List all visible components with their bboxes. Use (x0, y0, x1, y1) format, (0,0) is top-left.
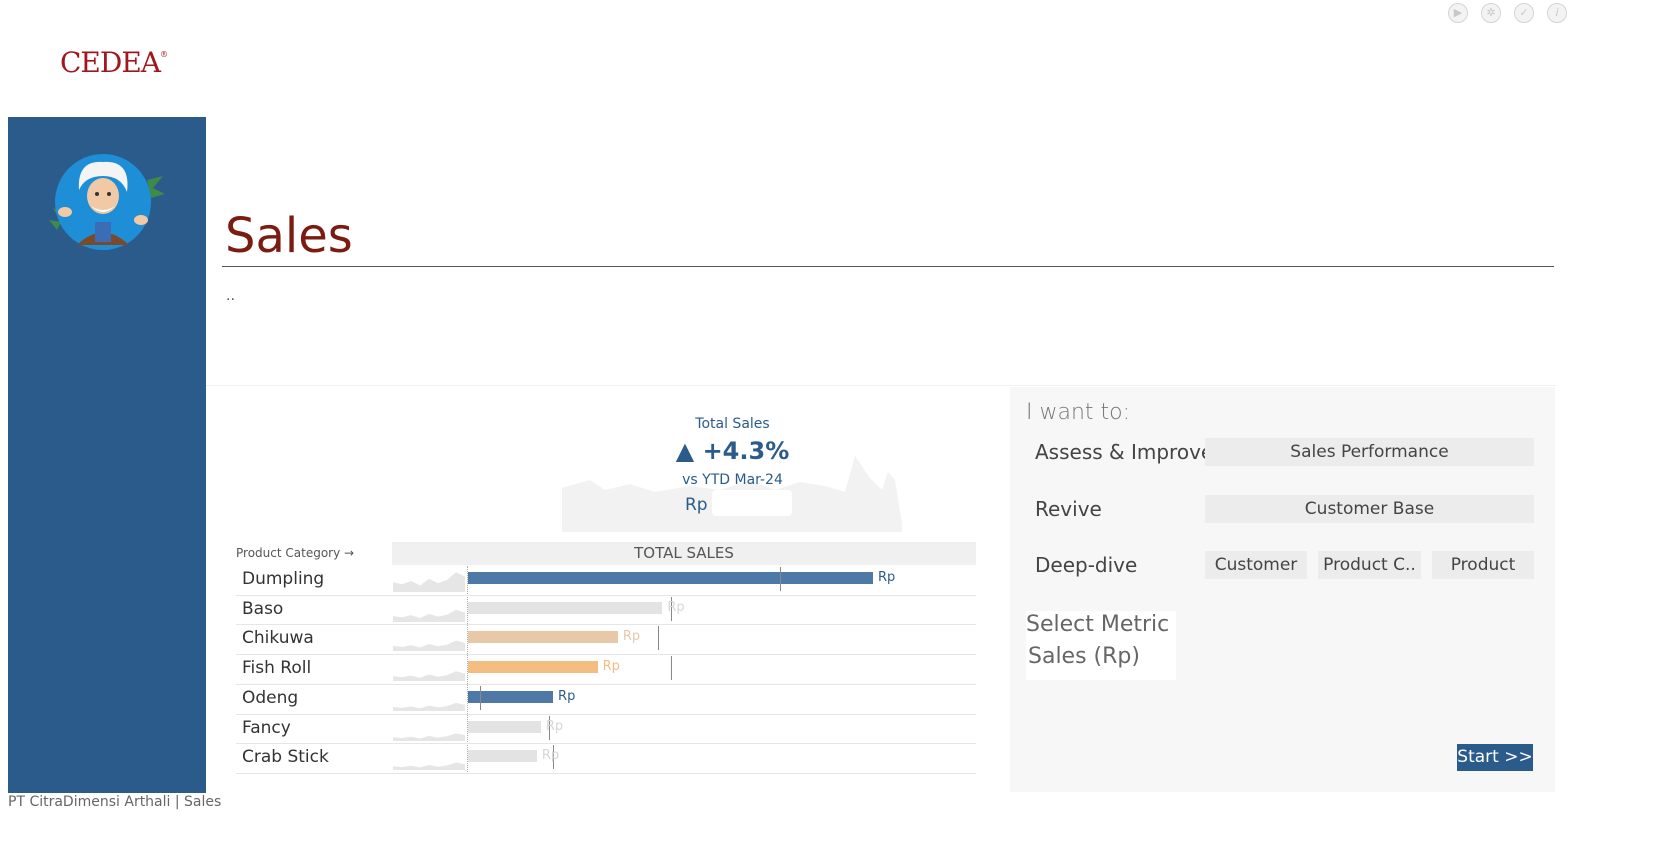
kpi-currency: Rp (685, 495, 708, 515)
row-divider (236, 654, 976, 656)
sales-bar[interactable] (468, 661, 598, 674)
category-sparkline (393, 702, 465, 711)
page-title: Sales (225, 208, 353, 264)
bar-value-label: Rp (622, 629, 641, 645)
mascot-avatar (49, 154, 165, 250)
settings-icon[interactable]: ✲ (1481, 3, 1501, 23)
panel-heading: I want to: (1026, 400, 1131, 425)
total-sales-header: TOTAL SALES (392, 542, 976, 565)
sales-bar[interactable] (468, 750, 537, 763)
action-label-deep-dive: Deep-dive (1035, 553, 1138, 577)
bar-value-label: Rp (602, 659, 620, 675)
row-divider (236, 624, 976, 626)
sales-bar[interactable] (468, 720, 541, 733)
category-label[interactable]: Fancy (242, 718, 291, 738)
action-label-revive: Revive (1035, 497, 1102, 521)
category-sparkline (393, 609, 465, 622)
sales-bar[interactable] (468, 572, 873, 584)
row-divider (236, 743, 976, 745)
bar-value-label: Rp (541, 748, 560, 764)
target-reference-line (779, 567, 781, 591)
bar-value-label: Rp (878, 570, 896, 585)
category-sparkline (393, 671, 465, 682)
start-button[interactable]: Start >> (1457, 744, 1533, 771)
category-label[interactable]: Crab Stick (242, 747, 329, 767)
customer-button[interactable]: Customer (1205, 551, 1307, 579)
footer-text: PT CitraDimensi Arthali | Sales (8, 794, 222, 810)
kpi-label: Total Sales (695, 416, 770, 432)
row-divider (236, 772, 976, 774)
section-divider (206, 385, 1556, 386)
category-label[interactable]: Baso (242, 599, 283, 619)
target-reference-line (658, 626, 660, 651)
category-sparkline (393, 732, 465, 741)
row-divider (236, 594, 976, 596)
category-label[interactable]: Dumpling (242, 569, 324, 589)
check-icon[interactable]: ✓ (1514, 3, 1534, 23)
info-icon[interactable]: i (1547, 3, 1567, 23)
play-icon[interactable]: ▶ (1448, 3, 1468, 23)
action-label-assess: Assess & Improve (1035, 440, 1214, 464)
category-sparkline (393, 640, 465, 652)
bar-value-label: Rp (545, 718, 564, 734)
sales-bar[interactable] (468, 601, 663, 614)
metric-title: Select Metric (1026, 612, 1170, 637)
brand-logo: CEDEA® (60, 46, 168, 79)
sales-performance-button[interactable]: Sales Performance (1205, 438, 1534, 466)
category-label[interactable]: Odeng (242, 688, 298, 708)
category-column-header[interactable]: Product Category → (236, 546, 354, 560)
kpi-value-mask (712, 490, 792, 516)
row-divider (236, 683, 976, 685)
category-label[interactable]: Chikuwa (242, 628, 314, 648)
logo-trademark: ® (159, 50, 168, 59)
metric-value[interactable]: Sales (Rp) (1028, 644, 1140, 669)
kpi-change: ▲ +4.3% (675, 437, 790, 465)
category-sparkline (393, 762, 465, 771)
row-divider (236, 713, 976, 715)
page-subtitle: .. (226, 288, 235, 304)
title-divider (222, 266, 1554, 267)
target-reference-line (480, 685, 482, 710)
sales-bar[interactable] (468, 631, 618, 644)
customer-base-button[interactable]: Customer Base (1205, 495, 1534, 523)
product-button[interactable]: Product (1432, 551, 1534, 579)
kpi-comparison: vs YTD Mar-24 (682, 472, 783, 488)
bar-value-label: Rp (558, 688, 576, 704)
bar-value-label: Rp (667, 599, 685, 615)
product-category-button[interactable]: Product C.. (1318, 551, 1421, 579)
category-sparkline (393, 572, 465, 592)
logo-text: CEDEA (60, 46, 161, 79)
target-reference-line (670, 656, 672, 681)
category-label[interactable]: Fish Roll (242, 658, 311, 678)
